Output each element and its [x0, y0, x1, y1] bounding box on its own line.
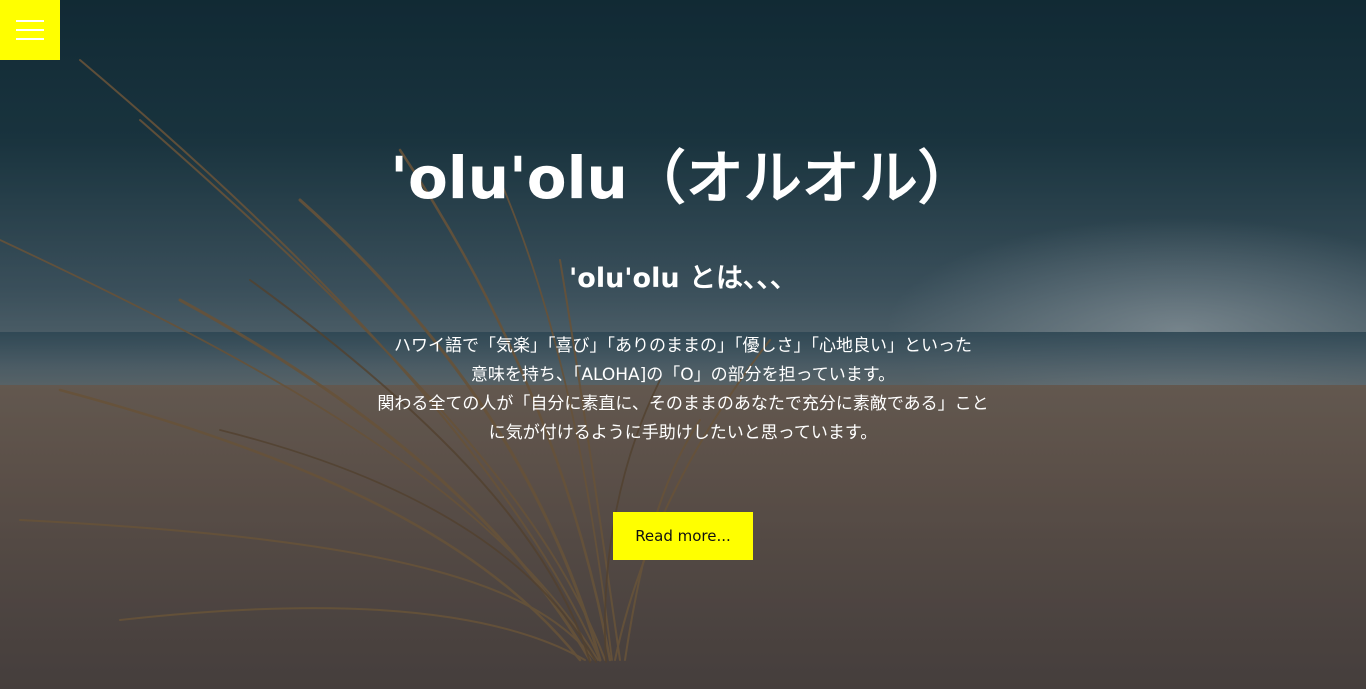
- description-line: 意味を持ち、「ALOHA]の「O」の部分を担っています。: [470, 365, 896, 385]
- hero-content: 'olu'olu（オルオル） 'olu'olu とは、、、 ハワイ語で「気楽」「…: [0, 0, 1366, 689]
- description-line: ハワイ語で「気楽」「喜び」「ありのままの」「優しさ」「心地良い」といった: [394, 336, 972, 356]
- description: ハワイ語で「気楽」「喜び」「ありのままの」「優しさ」「心地良い」といった 意味を…: [283, 332, 1083, 448]
- hero-section: 'olu'olu（オルオル） 'olu'olu とは、、、 ハワイ語で「気楽」「…: [0, 0, 1366, 689]
- read-more-button[interactable]: Read more...: [613, 512, 753, 560]
- description-line: 関わる全ての人が「自分に素直に、そのままのあなたで充分に素敵である」こと: [377, 394, 989, 414]
- menu-line: [16, 20, 44, 22]
- menu-line: [16, 29, 44, 31]
- hamburger-menu-button[interactable]: [0, 0, 60, 60]
- description-line: に気が付けるように手助けしたいと思っています。: [488, 423, 878, 443]
- page-title: 'olu'olu（オルオル）: [390, 144, 976, 212]
- section-subtitle: 'olu'olu とは、、、: [569, 263, 797, 294]
- menu-line: [16, 38, 44, 40]
